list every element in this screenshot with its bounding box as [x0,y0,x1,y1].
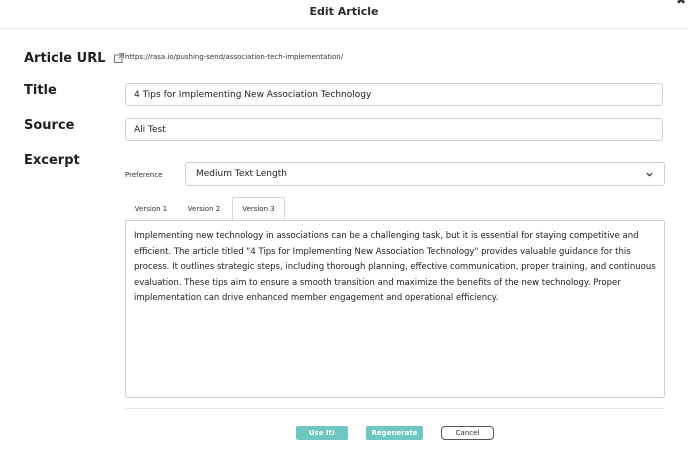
tab-version-2[interactable]: Version 2 [184,197,224,220]
preference-label: Preference [125,171,163,179]
preference-selected-value: Medium Text Length [196,169,287,179]
tab-version-3[interactable]: Version 3 [232,197,285,220]
article-url-label: Article URL [24,50,106,66]
version-tabs: Version 1 Version 2 Version 3 [125,197,665,220]
title-label: Title [24,83,57,98]
excerpt-label: Excerpt [24,153,80,168]
modal-title: Edit Article [309,5,379,18]
divider [125,408,665,409]
external-link-icon[interactable] [113,53,124,63]
tab-version-1[interactable]: Version 1 [131,197,171,220]
cancel-button[interactable]: Cancel [441,426,494,440]
source-input[interactable]: Ali Test [125,118,663,141]
preference-select[interactable]: Medium Text Length [185,162,665,186]
article-url-value[interactable]: https://rasa.io/pushing-send/association… [125,53,343,61]
use-it-button[interactable]: Use It! [296,426,348,440]
title-input[interactable]: 4 Tips for Implementing New Association … [125,83,663,106]
article-url-row: Article URL [24,50,124,66]
regenerate-button[interactable]: Regenerate [366,426,423,440]
excerpt-textarea[interactable]: Implementing new technology in associati… [125,220,665,398]
modal-header: Edit Article ✖ [0,0,688,29]
chevron-down-icon [646,172,653,177]
close-icon[interactable]: ✖ [676,0,686,6]
source-label: Source [24,118,75,133]
